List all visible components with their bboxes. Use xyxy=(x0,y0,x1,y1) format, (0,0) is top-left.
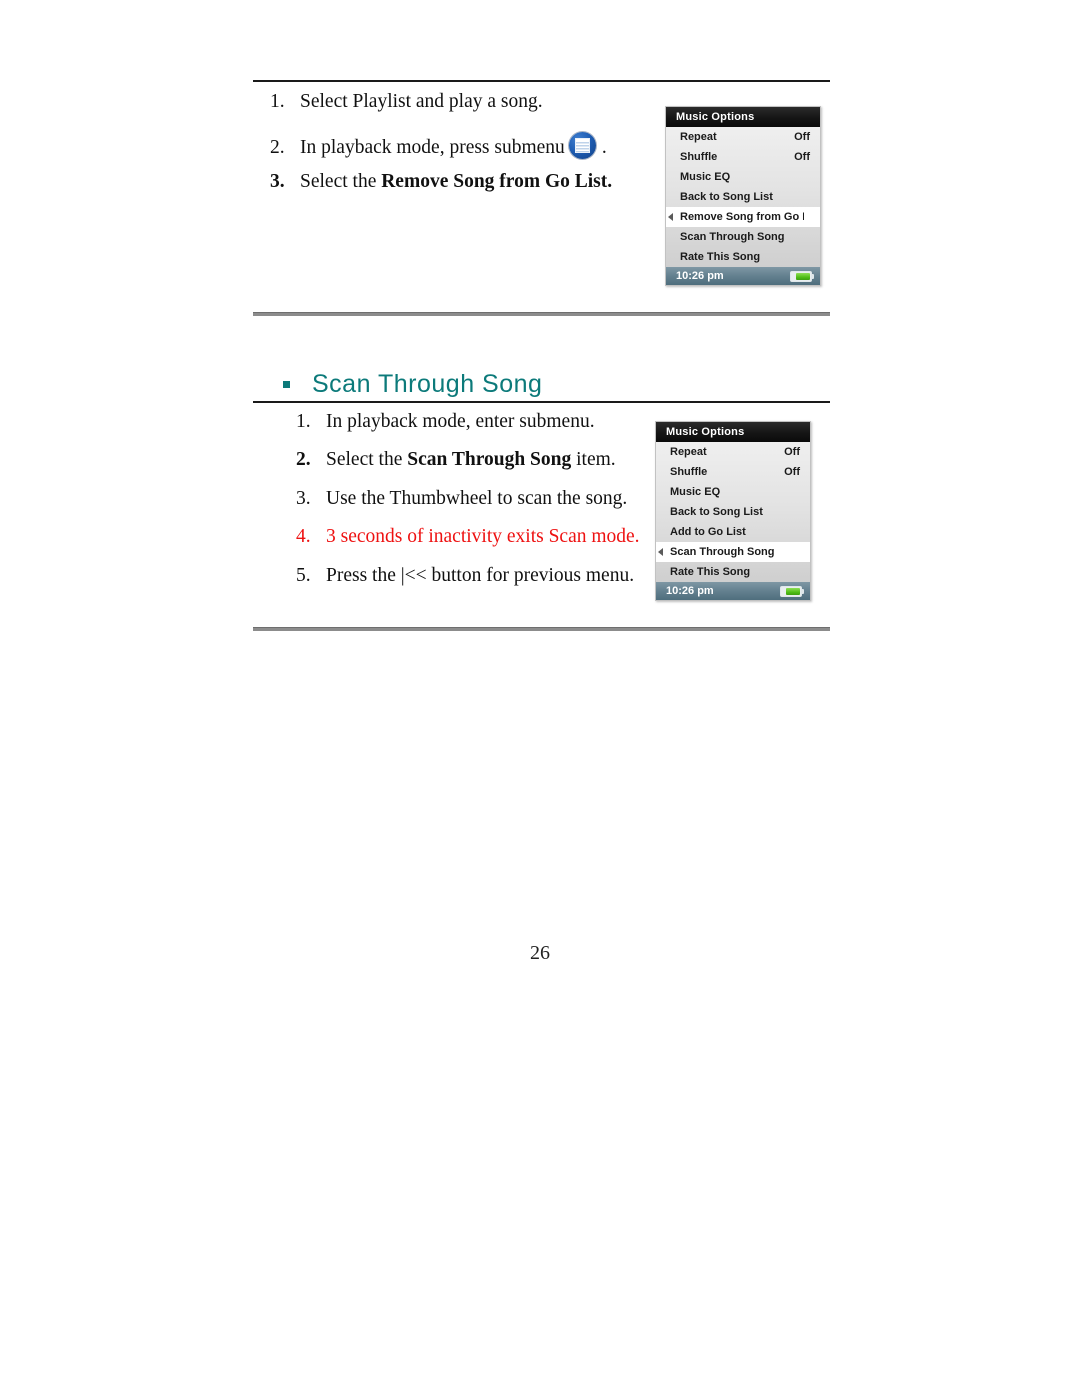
menu-item-label: Repeat xyxy=(670,446,707,458)
step-number: 3. xyxy=(296,487,311,509)
step-number: 1. xyxy=(270,91,285,112)
step-text-prefix: Select the xyxy=(300,170,382,192)
device-menu-list: Repeat Off Shuffle Off Music EQ Back to … xyxy=(656,442,810,582)
menu-item-add-to-go-list[interactable]: Add to Go List xyxy=(656,522,810,542)
menu-item-label: Music EQ xyxy=(680,171,731,183)
menu-item-music-eq[interactable]: Music EQ xyxy=(656,482,810,502)
step-text: Select the Remove Song from Go List. xyxy=(300,170,662,194)
bullet-icon xyxy=(283,381,290,388)
step-text-suffix: . xyxy=(601,137,607,159)
status-time: 10:26 pm xyxy=(666,585,714,597)
step-item: 1. In playback mode, enter submenu. xyxy=(288,410,688,434)
menu-item-value: Off xyxy=(784,466,800,478)
step-text: Select the Scan Through Song item. xyxy=(326,448,688,472)
step-text: In playback mode, press submenu. xyxy=(300,132,662,160)
menu-item-label: Add to Go List xyxy=(670,526,746,538)
section-one-steps: 1. Select Playlist and play a song. 2. I… xyxy=(262,90,662,194)
menu-item-label: Shuffle xyxy=(670,466,708,478)
device-status-bar: 10:26 pm xyxy=(656,582,810,600)
menu-item-scan-through-song[interactable]: Scan Through Song xyxy=(656,542,810,562)
battery-fill xyxy=(786,587,800,595)
menu-item-shuffle[interactable]: Shuffle Off xyxy=(666,147,820,167)
step-number: 2. xyxy=(296,449,311,471)
menu-item-value: Off xyxy=(794,151,810,163)
device-title-bar: Music Options xyxy=(666,107,820,127)
step-text: Press the |<< button for previous menu. xyxy=(326,564,635,586)
step-text-suffix: item. xyxy=(571,449,616,471)
device-screenshot-two: Music Options Repeat Off Shuffle Off Mus… xyxy=(655,421,811,601)
menu-item-label: Back to Song List xyxy=(670,506,763,518)
section-two-heading-wrap: Scan Through Song xyxy=(253,370,830,399)
section-two-heading-rule xyxy=(253,401,830,403)
section-two-bottom-rule xyxy=(253,627,830,631)
menu-item-label: Remove Song from Go Lis xyxy=(680,211,804,223)
menu-item-rate-this-song[interactable]: Rate This Song xyxy=(656,562,810,582)
step-text: Use the Thumbwheel to scan the song. xyxy=(326,487,628,509)
section-two-steps: 1. In playback mode, enter submenu. 2. S… xyxy=(288,410,688,588)
menu-item-value: Off xyxy=(794,131,810,143)
step-number: 3. xyxy=(270,170,285,192)
status-time: 10:26 pm xyxy=(676,270,724,282)
step-text: In playback mode, enter submenu. xyxy=(326,411,595,432)
step-number: 5. xyxy=(296,564,311,586)
step-item-note: 4. 3 seconds of inactivity exits Scan mo… xyxy=(288,525,688,549)
section-heading-text: Scan Through Song xyxy=(312,370,543,398)
menu-item-shuffle[interactable]: Shuffle Off xyxy=(656,462,810,482)
menu-item-remove-song-from-go-list[interactable]: Remove Song from Go Lis xyxy=(666,207,820,227)
menu-item-label: Rate This Song xyxy=(670,566,751,578)
menu-item-label: Scan Through Song xyxy=(670,546,775,558)
menu-item-label: Repeat xyxy=(680,131,717,143)
step-item: 1. Select Playlist and play a song. xyxy=(262,90,662,114)
step-text: Select Playlist and play a song. xyxy=(300,91,543,112)
device-menu-list: Repeat Off Shuffle Off Music EQ Back to … xyxy=(666,127,820,267)
step-item: 2. In playback mode, press submenu. xyxy=(262,132,662,160)
menu-item-scan-through-song[interactable]: Scan Through Song xyxy=(666,227,820,247)
step-text-label: In playback mode, press submenu xyxy=(300,137,565,159)
battery-fill xyxy=(796,272,810,280)
menu-item-repeat[interactable]: Repeat Off xyxy=(656,442,810,462)
section-one-top-rule xyxy=(253,80,830,82)
step-text-emphasis: Scan Through Song xyxy=(407,449,572,471)
menu-item-label: Scan Through Song xyxy=(680,231,785,243)
document-page: 1. Select Playlist and play a song. 2. I… xyxy=(0,0,1080,1397)
menu-item-label: Shuffle xyxy=(680,151,718,163)
section-one-bottom-rule xyxy=(253,312,830,316)
submenu-icon xyxy=(568,132,596,160)
step-item: 2. Select the Scan Through Song item. xyxy=(288,448,688,472)
battery-icon xyxy=(790,270,814,282)
step-text: 3 seconds of inactivity exits Scan mode. xyxy=(326,526,640,548)
step-item: 3. Use the Thumbwheel to scan the song. xyxy=(288,487,688,511)
menu-item-value: Off xyxy=(784,446,800,458)
menu-item-label: Music EQ xyxy=(670,486,721,498)
step-text-emphasis: Remove Song from Go List. xyxy=(381,170,613,192)
menu-item-back-to-song-list[interactable]: Back to Song List xyxy=(656,502,810,522)
menu-item-back-to-song-list[interactable]: Back to Song List xyxy=(666,187,820,207)
menu-item-label: Rate This Song xyxy=(680,251,761,263)
menu-item-rate-this-song[interactable]: Rate This Song xyxy=(666,247,820,267)
device-status-bar: 10:26 pm xyxy=(666,267,820,285)
step-item: 3. Select the Remove Song from Go List. xyxy=(262,170,662,194)
section-heading: Scan Through Song xyxy=(253,370,830,399)
step-text-prefix: Select the xyxy=(326,449,408,471)
battery-icon xyxy=(780,585,804,597)
step-number: 2. xyxy=(270,137,285,159)
menu-item-repeat[interactable]: Repeat Off xyxy=(666,127,820,147)
step-number: 1. xyxy=(296,411,311,432)
device-screenshot-one: Music Options Repeat Off Shuffle Off Mus… xyxy=(665,106,821,286)
menu-item-label: Back to Song List xyxy=(680,191,773,203)
step-item: 5. Press the |<< button for previous men… xyxy=(288,564,688,588)
step-number: 4. xyxy=(296,526,311,548)
menu-item-music-eq[interactable]: Music EQ xyxy=(666,167,820,187)
device-title-bar: Music Options xyxy=(656,422,810,442)
page-number: 26 xyxy=(530,942,550,964)
